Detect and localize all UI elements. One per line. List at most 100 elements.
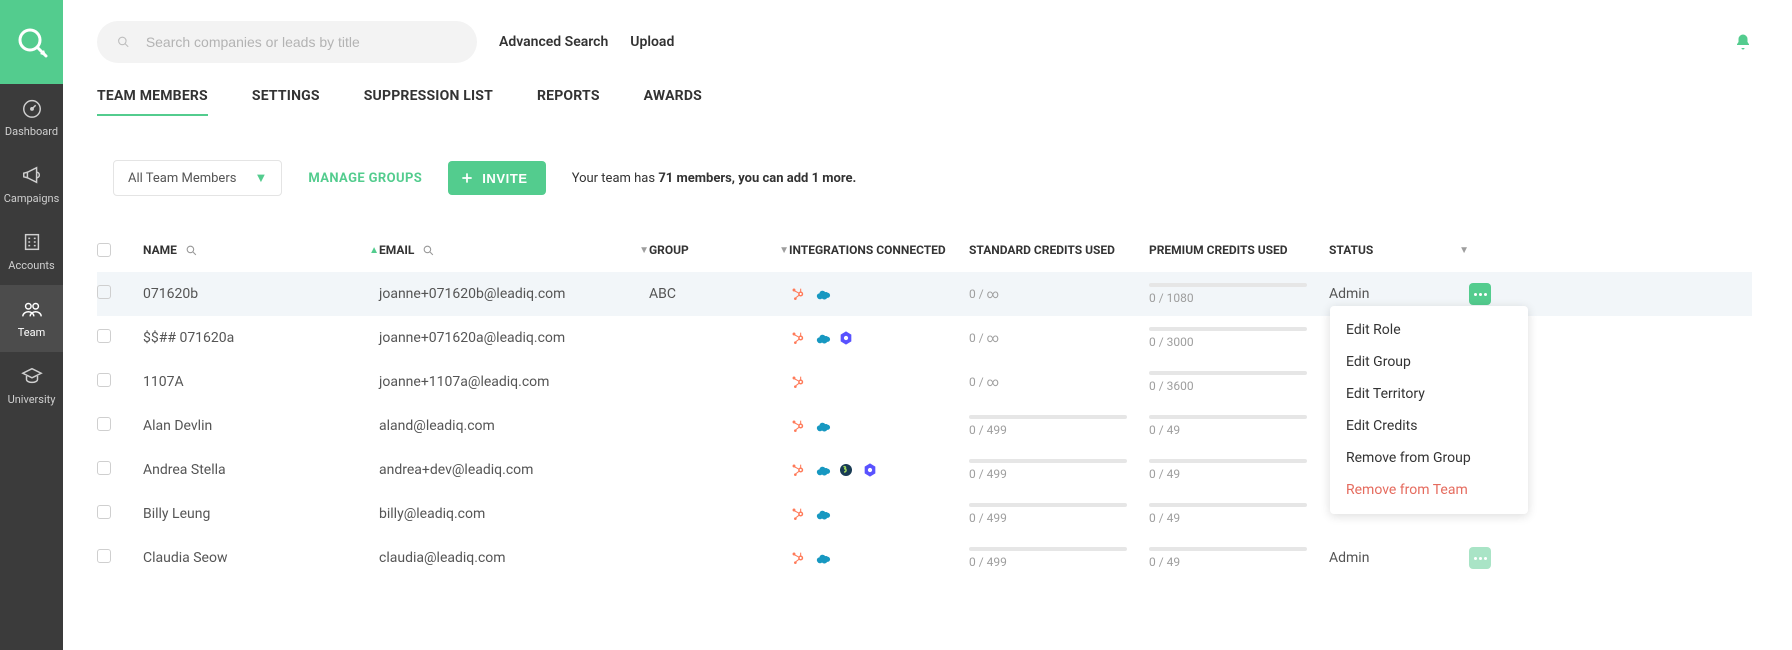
menu-remove-from-group[interactable]: Remove from Group <box>1330 442 1528 474</box>
row-checkbox[interactable] <box>97 461 111 475</box>
cell-group: ABC <box>649 286 789 302</box>
cell-premium-credits: 0 / 3000 <box>1149 327 1329 349</box>
cell-name: Alan Devlin <box>143 418 379 434</box>
graduation-icon <box>21 365 43 387</box>
menu-edit-role[interactable]: Edit Role <box>1330 314 1528 346</box>
cell-standard-credits: 0 / ∞ <box>969 375 1149 389</box>
cell-name: 1107A <box>143 374 379 390</box>
cell-integrations <box>789 505 969 523</box>
invite-button[interactable]: INVITE <box>448 161 546 195</box>
team-info-text: Your team has 71 members, you can add 1 … <box>572 171 857 186</box>
cell-premium-credits: 0 / 49 <box>1149 547 1329 569</box>
sidebar-item-accounts[interactable]: Accounts <box>0 218 63 285</box>
sidebar-item-dashboard[interactable]: Dashboard <box>0 84 63 151</box>
cell-email: claudia@leadiq.com <box>379 550 649 566</box>
cell-premium-credits: 0 / 49 <box>1149 415 1329 437</box>
hubspot-icon <box>789 549 807 567</box>
cell-standard-credits: 0 / 499 <box>969 415 1149 437</box>
sidebar-item-label: Dashboard <box>5 125 58 138</box>
menu-remove-from-team[interactable]: Remove from Team <box>1330 474 1528 506</box>
tab-settings[interactable]: SETTINGS <box>252 88 320 116</box>
caret-down-icon: ▼ <box>639 245 649 256</box>
salesforce-icon <box>813 329 831 347</box>
salesforce-icon <box>813 505 831 523</box>
search-icon <box>117 35 130 49</box>
select-all-checkbox[interactable] <box>97 243 111 257</box>
row-actions-button[interactable] <box>1469 547 1491 569</box>
caret-down-icon: ▼ <box>779 245 789 256</box>
row-checkbox[interactable] <box>97 373 111 387</box>
invite-button-label: INVITE <box>482 171 528 186</box>
table-header: NAME ▲ EMAIL ▼ GROUP ▼ INTEGRATIONS CONN… <box>97 228 1752 272</box>
cell-integrations <box>789 417 969 435</box>
cell-standard-credits: 0 / 499 <box>969 547 1149 569</box>
notifications-bell-icon[interactable] <box>1734 33 1752 51</box>
building-icon <box>21 231 43 253</box>
search-box[interactable] <box>97 21 477 63</box>
tab-awards[interactable]: AWARDS <box>644 88 702 116</box>
cell-integrations <box>789 329 969 347</box>
megaphone-icon <box>21 164 43 186</box>
sidebar-item-team[interactable]: Team <box>0 285 63 352</box>
menu-edit-group[interactable]: Edit Group <box>1330 346 1528 378</box>
sort-asc-icon: ▲ <box>369 245 379 256</box>
hubspot-icon <box>789 373 807 391</box>
caret-down-icon: ▼ <box>254 170 267 186</box>
cell-name: $$## 071620a <box>143 330 379 346</box>
menu-edit-territory[interactable]: Edit Territory <box>1330 378 1528 410</box>
salesforce-icon <box>813 285 831 303</box>
gauge-icon <box>21 97 43 119</box>
sidebar-item-university[interactable]: University <box>0 352 63 419</box>
cell-name: Claudia Seow <box>143 550 379 566</box>
cell-status: Admin <box>1329 550 1469 566</box>
column-name[interactable]: NAME ▲ <box>143 243 379 257</box>
advanced-search-link[interactable]: Advanced Search <box>499 34 608 50</box>
outreach-icon <box>861 461 879 479</box>
cell-email: joanne+071620a@leadiq.com <box>379 330 649 346</box>
tab-suppression-list[interactable]: SUPPRESSION LIST <box>364 88 493 116</box>
sidebar: Dashboard Campaigns Accounts Team Univer… <box>0 0 63 650</box>
table-row[interactable]: Claudia Seow claudia@leadiq.com 0 / 499 … <box>97 536 1752 580</box>
row-checkbox[interactable] <box>97 329 111 343</box>
manage-groups-link[interactable]: MANAGE GROUPS <box>308 171 422 186</box>
hubspot-icon <box>789 505 807 523</box>
menu-edit-credits[interactable]: Edit Credits <box>1330 410 1528 442</box>
cell-integrations <box>789 373 969 391</box>
hubspot-icon <box>789 285 807 303</box>
column-group[interactable]: GROUP ▼ <box>649 243 789 257</box>
tab-reports[interactable]: REPORTS <box>537 88 600 116</box>
row-checkbox[interactable] <box>97 417 111 431</box>
upload-link[interactable]: Upload <box>630 34 674 50</box>
row-checkbox[interactable] <box>97 549 111 563</box>
cell-integrations <box>789 285 969 303</box>
cell-name: Andrea Stella <box>143 462 379 478</box>
column-email[interactable]: EMAIL ▼ <box>379 243 649 257</box>
row-checkbox[interactable] <box>97 285 111 299</box>
cell-status: Admin <box>1329 286 1469 302</box>
sidebar-item-label: Campaigns <box>4 192 60 205</box>
salesforce-icon <box>813 417 831 435</box>
plus-icon <box>460 171 474 185</box>
topbar: Advanced Search Upload <box>97 0 1752 84</box>
cell-name: Billy Leung <box>143 506 379 522</box>
row-actions-button[interactable] <box>1469 283 1491 305</box>
column-standard-credits: STANDARD CREDITS USED <box>969 243 1149 257</box>
team-icon <box>21 298 43 320</box>
sidebar-item-campaigns[interactable]: Campaigns <box>0 151 63 218</box>
cell-integrations <box>789 461 969 479</box>
hubspot-icon <box>789 417 807 435</box>
row-checkbox[interactable] <box>97 505 111 519</box>
cell-standard-credits: 0 / ∞ <box>969 287 1149 301</box>
search-input[interactable] <box>146 34 457 50</box>
group-filter-value: All Team Members <box>128 171 236 186</box>
cell-email: aland@leadiq.com <box>379 418 649 434</box>
caret-down-icon: ▼ <box>1459 245 1469 256</box>
group-filter-dropdown[interactable]: All Team Members ▼ <box>113 160 282 196</box>
column-status[interactable]: STATUS ▼ <box>1329 243 1469 257</box>
search-icon <box>185 244 198 257</box>
sidebar-item-label: University <box>8 393 56 406</box>
cell-email: billy@leadiq.com <box>379 506 649 522</box>
search-icon <box>422 244 435 257</box>
tab-team-members[interactable]: TEAM MEMBERS <box>97 88 208 116</box>
app-logo[interactable] <box>0 0 63 84</box>
